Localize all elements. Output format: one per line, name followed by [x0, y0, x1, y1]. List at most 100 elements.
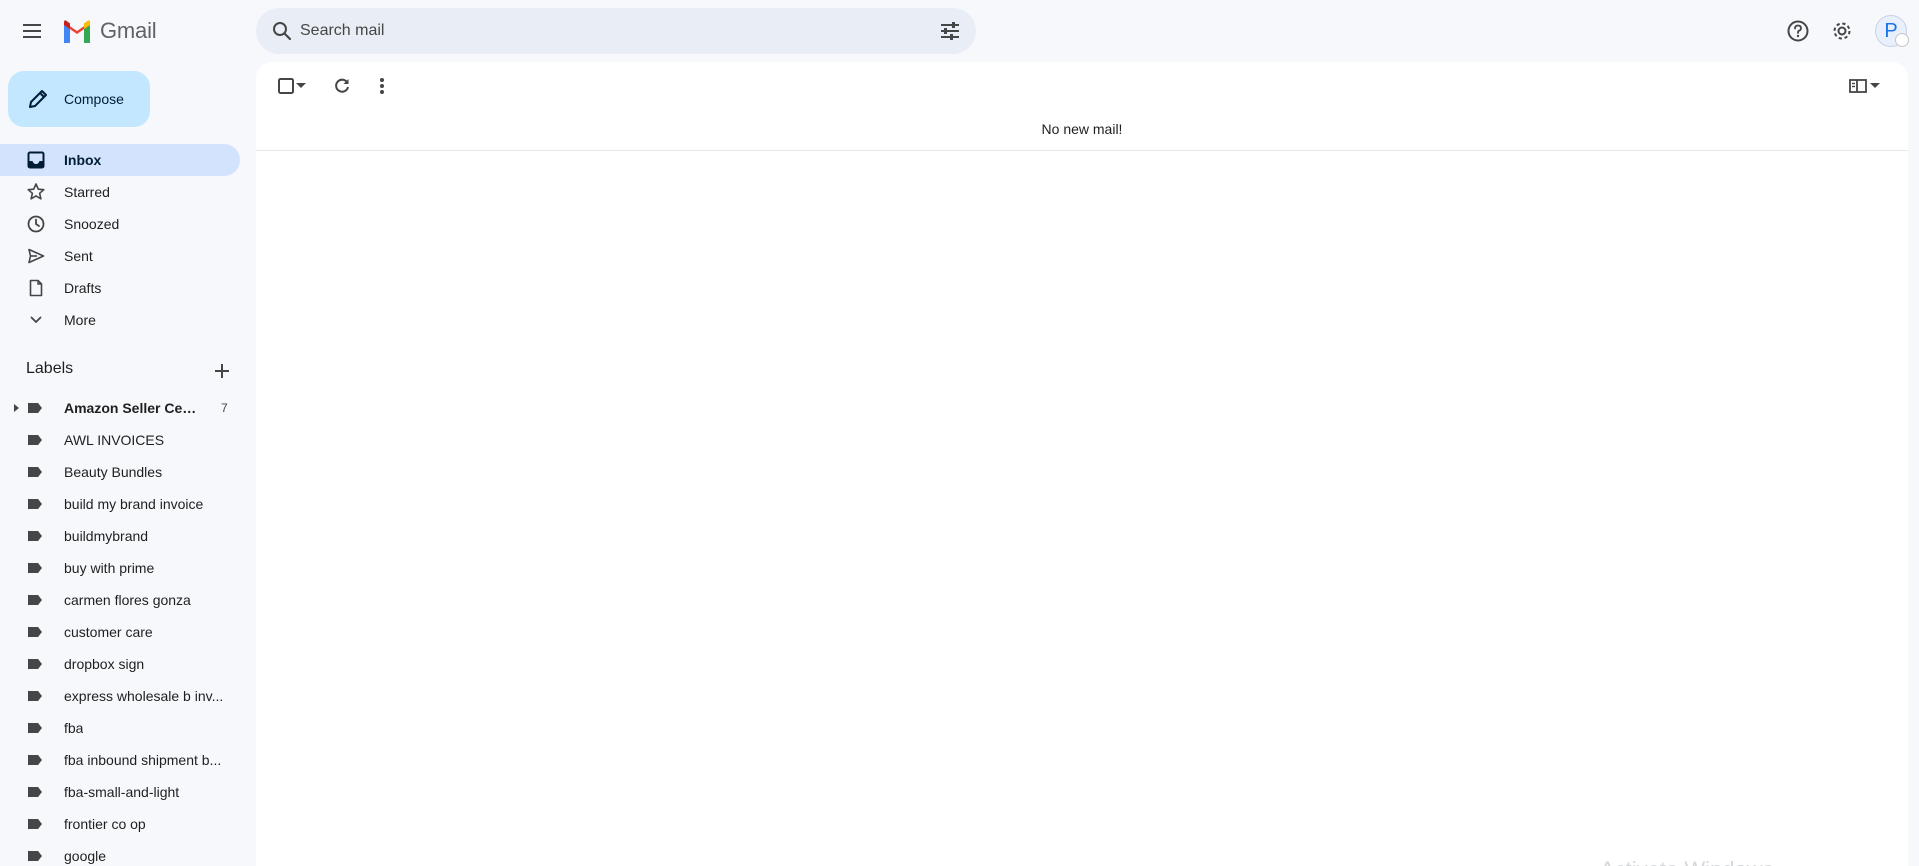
send-icon: [28, 248, 45, 264]
empty-inbox-row: No new mail!: [256, 110, 1908, 151]
more-vertical-icon: [380, 78, 384, 94]
label-name: fba: [64, 720, 84, 736]
clock-icon: [27, 215, 45, 233]
nav-label: Drafts: [64, 280, 102, 296]
main-menu-button[interactable]: [20, 19, 44, 43]
nav-item-starred[interactable]: Starred: [0, 176, 240, 208]
refresh-icon: [335, 78, 349, 93]
pencil-icon: [29, 90, 47, 108]
label-name: fba inbound shipment b...: [64, 752, 222, 768]
expand-arrow-icon[interactable]: [14, 404, 19, 412]
label-name: google: [64, 848, 107, 864]
label-item[interactable]: buy with prime: [0, 552, 240, 584]
label-tag-icon: [28, 851, 42, 861]
empty-inbox-message: No new mail!: [1041, 121, 1123, 137]
label-tag-icon: [28, 787, 42, 797]
nav-item-snoozed[interactable]: Snoozed: [0, 208, 240, 240]
compose-button[interactable]: Compose: [8, 71, 150, 127]
label-tag-icon: [28, 467, 42, 477]
label-tag-icon: [28, 531, 42, 541]
search-input[interactable]: [300, 8, 900, 54]
search-options-icon[interactable]: [938, 19, 962, 43]
mail-toolbar: [256, 62, 1908, 110]
label-item[interactable]: carmen flores gonza: [0, 584, 240, 616]
label-item[interactable]: AWL INVOICES: [0, 424, 240, 456]
label-name: Beauty Bundles: [64, 464, 163, 480]
gmail-m-icon: [64, 19, 90, 43]
label-name: express wholesale b inv...: [64, 688, 224, 704]
inbox-icon: [27, 151, 45, 169]
settings-button[interactable]: [1830, 19, 1854, 43]
gear-icon: [1833, 22, 1851, 40]
plus-icon: [215, 364, 229, 378]
label-name: dropbox sign: [64, 656, 145, 672]
label-tag-icon: [28, 499, 42, 509]
support-button[interactable]: [1786, 19, 1810, 43]
create-label-button[interactable]: [211, 360, 233, 382]
top-bar: Gmail P: [0, 0, 1919, 62]
label-name: Amazon Seller Cen...: [64, 400, 202, 416]
caret-down-icon: [1870, 83, 1880, 88]
labels-heading: Labels: [26, 360, 74, 377]
label-item[interactable]: dropbox sign: [0, 648, 240, 680]
folder-nav: Inbox Starred Snoozed Sent Drafts More: [0, 144, 240, 336]
label-name: buy with prime: [64, 560, 155, 576]
label-name: build my brand invoice: [64, 496, 204, 512]
label-item[interactable]: frontier co op: [0, 808, 240, 840]
labels-list: Amazon Seller Cen... 7 AWL INVOICES Beau…: [0, 392, 240, 866]
compose-label: Compose: [64, 91, 124, 107]
label-tag-icon: [28, 595, 42, 605]
label-item[interactable]: buildmybrand: [0, 520, 240, 552]
search-bar: [256, 8, 976, 54]
label-tag-icon: [28, 403, 42, 413]
app-name: Gmail: [100, 18, 157, 43]
label-name: AWL INVOICES: [64, 432, 165, 448]
split-pane-dropdown[interactable]: [1868, 74, 1882, 98]
unread-count: 7: [221, 401, 228, 415]
nav-item-more[interactable]: More: [0, 304, 240, 336]
nav-item-sent[interactable]: Sent: [0, 240, 240, 272]
label-item[interactable]: fba: [0, 712, 240, 744]
label-name: buildmybrand: [64, 528, 149, 544]
label-name: carmen flores gonza: [64, 592, 191, 608]
label-name: frontier co op: [64, 816, 146, 832]
windows-activation-watermark: Activate Windows: [1600, 857, 1774, 866]
checkbox-icon: [278, 78, 294, 94]
label-item[interactable]: Amazon Seller Cen... 7: [0, 392, 240, 424]
label-tag-icon: [28, 819, 42, 829]
split-pane-icon: [1849, 79, 1867, 93]
nav-label: More: [64, 312, 96, 328]
label-name: fba-small-and-light: [64, 784, 180, 800]
label-item[interactable]: fba inbound shipment b...: [0, 744, 240, 776]
chevron-down-icon: [30, 316, 42, 323]
star-icon: [27, 183, 45, 200]
label-tag-icon: [28, 723, 42, 733]
select-options-dropdown[interactable]: [294, 74, 308, 98]
label-item[interactable]: Beauty Bundles: [0, 456, 240, 488]
label-item[interactable]: customer care: [0, 616, 240, 648]
mail-list-panel: No new mail! Activate Windows: [256, 62, 1908, 866]
gmail-logo[interactable]: Gmail: [62, 16, 157, 46]
label-name: customer care: [64, 624, 153, 640]
nav-item-inbox[interactable]: Inbox: [0, 144, 240, 176]
label-item[interactable]: express wholesale b inv...: [0, 680, 240, 712]
draft-icon: [29, 279, 43, 297]
label-item[interactable]: google: [0, 840, 240, 866]
label-item[interactable]: build my brand invoice: [0, 488, 240, 520]
label-tag-icon: [28, 435, 42, 445]
label-tag-icon: [28, 659, 42, 669]
label-tag-icon: [28, 755, 42, 765]
managed-account-badge: [1895, 33, 1909, 47]
nav-label: Sent: [64, 248, 93, 264]
label-item[interactable]: fba-small-and-light: [0, 776, 240, 808]
hamburger-menu-icon: [23, 24, 41, 38]
caret-down-icon: [296, 83, 306, 88]
search-icon[interactable]: [270, 19, 294, 43]
label-tag-icon: [28, 691, 42, 701]
split-pane-toggle[interactable]: [1846, 74, 1870, 98]
nav-label: Snoozed: [64, 216, 120, 232]
refresh-button[interactable]: [330, 74, 354, 98]
more-actions-button[interactable]: [370, 74, 394, 98]
nav-label: Inbox: [64, 152, 102, 168]
nav-item-drafts[interactable]: Drafts: [0, 272, 240, 304]
